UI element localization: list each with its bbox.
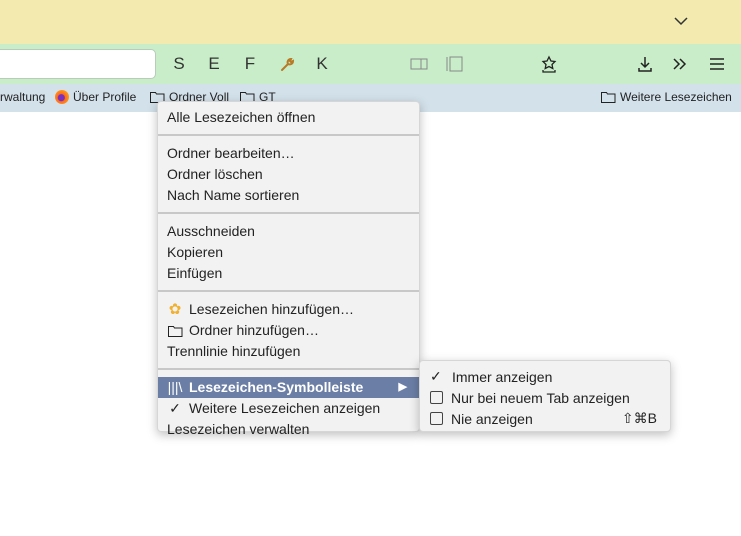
menu-separator [158, 134, 419, 136]
toolbar-button-k[interactable]: K [310, 52, 334, 76]
menu-label: Nie anzeigen [451, 410, 533, 427]
menu-paste[interactable]: Einfügen [158, 263, 419, 284]
menu-separator [158, 368, 419, 370]
bookmark-star-icon[interactable] [537, 52, 561, 76]
wrench-icon[interactable] [275, 52, 299, 76]
menu-copy[interactable]: Kopieren [158, 242, 419, 263]
toolbar-button-f[interactable]: F [238, 52, 262, 76]
menu-label: Ordner hinzufügen… [189, 322, 319, 338]
bookmark-label: Weitere Lesezeichen [620, 90, 732, 104]
menu-delete-folder[interactable]: Ordner löschen [158, 164, 419, 185]
menu-bookmarks-toolbar[interactable]: |||\ Lesezeichen-Symbolleiste ▶ [158, 377, 419, 398]
menu-sort-by-name[interactable]: Nach Name sortieren [158, 185, 419, 206]
menu-label: Lesezeichen-Symbolleiste [189, 379, 364, 395]
toolbar-button-e[interactable]: E [202, 52, 226, 76]
library-icon: |||\ [167, 379, 183, 395]
toolbar-visibility-submenu: ✓ Immer anzeigen Nur bei neuem Tab anzeig… [419, 360, 671, 432]
menu-label: Immer anzeigen [452, 368, 553, 385]
checkmark-icon: ✓ [169, 400, 181, 416]
submenu-new-tab-only[interactable]: Nur bei neuem Tab anzeigen [420, 387, 670, 408]
menu-edit-folder[interactable]: Ordner bearbeiten… [158, 143, 419, 164]
other-bookmarks-folder[interactable]: Weitere Lesezeichen [601, 90, 732, 104]
chevron-down-icon[interactable] [673, 13, 689, 29]
bookmark-verwaltung[interactable]: rwaltung [0, 90, 45, 104]
checkbox-icon [430, 391, 443, 404]
submenu-arrow-icon: ▶ [398, 381, 407, 393]
toolbar-button-s[interactable]: S [167, 52, 191, 76]
checkbox-icon [430, 412, 443, 425]
menu-separator [158, 212, 419, 214]
hamburger-menu-icon[interactable] [705, 52, 729, 76]
firefox-icon [55, 90, 69, 104]
checkmark-icon: ✓ [430, 368, 442, 384]
menu-add-folder[interactable]: Ordner hinzufügen… [158, 320, 419, 341]
bookmark-ueber-profile[interactable]: Über Profile [55, 90, 136, 104]
url-bar[interactable] [0, 49, 156, 79]
menu-label: Lesezeichen hinzufügen… [189, 301, 355, 317]
menu-label: Weitere Lesezeichen anzeigen [189, 400, 381, 416]
bookmark-context-menu: Alle Lesezeichen öffnen Ordner bearbeite… [157, 101, 420, 437]
nav-toolbar: S E F K [0, 44, 741, 84]
menu-separator [158, 290, 419, 292]
menu-label: Nur bei neuem Tab anzeigen [451, 389, 630, 406]
submenu-always-show[interactable]: ✓ Immer anzeigen [420, 366, 670, 387]
flower-icon: ✿ [168, 301, 182, 318]
bookmark-label: rwaltung [0, 90, 46, 104]
menu-add-bookmark[interactable]: ✿ Lesezeichen hinzufügen… [158, 299, 419, 320]
menu-open-all[interactable]: Alle Lesezeichen öffnen [158, 107, 419, 128]
overflow-chevrons-icon[interactable] [668, 52, 692, 76]
shortcut-label: ⇧⌘B [621, 410, 657, 426]
menu-add-separator[interactable]: Trennlinie hinzufügen [158, 341, 419, 362]
title-bar [0, 0, 741, 44]
bookmark-label: Über Profile [73, 90, 137, 104]
menu-cut[interactable]: Ausschneiden [158, 221, 419, 242]
download-icon[interactable] [633, 52, 657, 76]
folder-icon [167, 325, 183, 337]
submenu-never-show[interactable]: Nie anzeigen ⇧⌘B [420, 408, 670, 429]
folder-icon [601, 92, 616, 103]
sidebar-left-icon[interactable] [442, 52, 466, 76]
sidebar-right-icon[interactable] [407, 52, 431, 76]
menu-show-other-bookmarks[interactable]: ✓ Weitere Lesezeichen anzeigen [158, 398, 419, 419]
menu-manage-bookmarks[interactable]: Lesezeichen verwalten [158, 419, 419, 440]
